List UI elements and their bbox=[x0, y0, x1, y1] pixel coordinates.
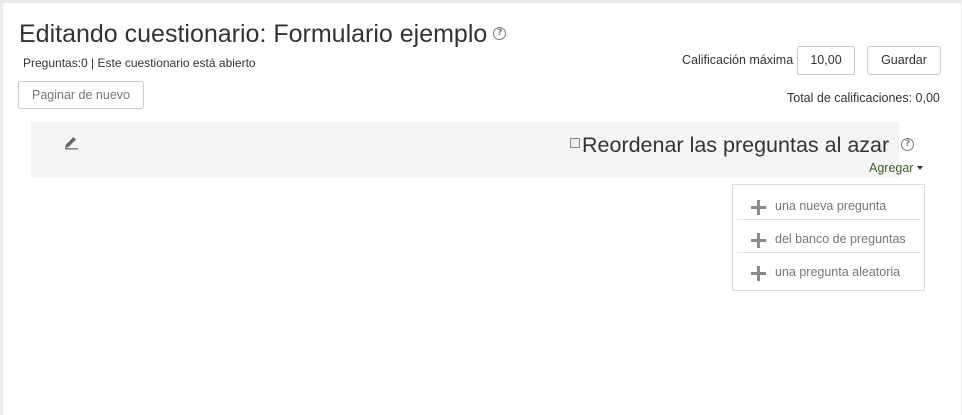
max-grade-label: Calificación máxima bbox=[682, 53, 794, 67]
total-grades: Total de calificaciones: 0,00 bbox=[787, 91, 940, 105]
quiz-status: Preguntas:0 | Este cuestionario está abi… bbox=[23, 56, 256, 70]
menu-item-label: del banco de preguntas bbox=[775, 232, 906, 246]
pencil-icon[interactable] bbox=[63, 134, 79, 150]
menu-item-from-bank[interactable]: del banco de preguntas bbox=[737, 220, 920, 253]
help-icon[interactable]: ? bbox=[901, 137, 915, 151]
repaginate-button[interactable]: Paginar de nuevo bbox=[18, 81, 144, 109]
plus-icon bbox=[751, 266, 766, 281]
shuffle-label: Reordenar las preguntas al azar bbox=[582, 133, 890, 157]
plus-icon bbox=[751, 233, 766, 248]
add-menu: una nueva pregunta del banco de pregunta… bbox=[732, 184, 925, 291]
shuffle-questions: Reordenar las preguntas al azar? bbox=[570, 132, 915, 158]
shuffle-checkbox[interactable] bbox=[570, 138, 580, 149]
caret-down-icon bbox=[917, 165, 924, 170]
menu-item-new-question[interactable]: una nueva pregunta bbox=[737, 187, 920, 220]
page-title: Editando cuestionario: Formulario ejempl… bbox=[19, 18, 507, 50]
page: Editando cuestionario: Formulario ejempl… bbox=[3, 3, 961, 415]
add-dropdown[interactable]: Agregar bbox=[869, 161, 924, 175]
section-header: Reordenar las preguntas al azar? Agregar bbox=[31, 122, 924, 178]
menu-item-random-question[interactable]: una pregunta aleatoria bbox=[737, 253, 920, 285]
page-title-text: Editando cuestionario: Formulario ejempl… bbox=[19, 20, 488, 48]
add-label: Agregar bbox=[869, 161, 914, 175]
plus-icon bbox=[751, 200, 766, 215]
help-icon[interactable]: ? bbox=[493, 26, 507, 40]
menu-item-label: una pregunta aleatoria bbox=[775, 265, 901, 279]
save-button[interactable]: Guardar bbox=[867, 46, 941, 75]
max-grade-input[interactable]: 10,00 bbox=[797, 46, 855, 75]
menu-item-label: una nueva pregunta bbox=[775, 199, 887, 213]
